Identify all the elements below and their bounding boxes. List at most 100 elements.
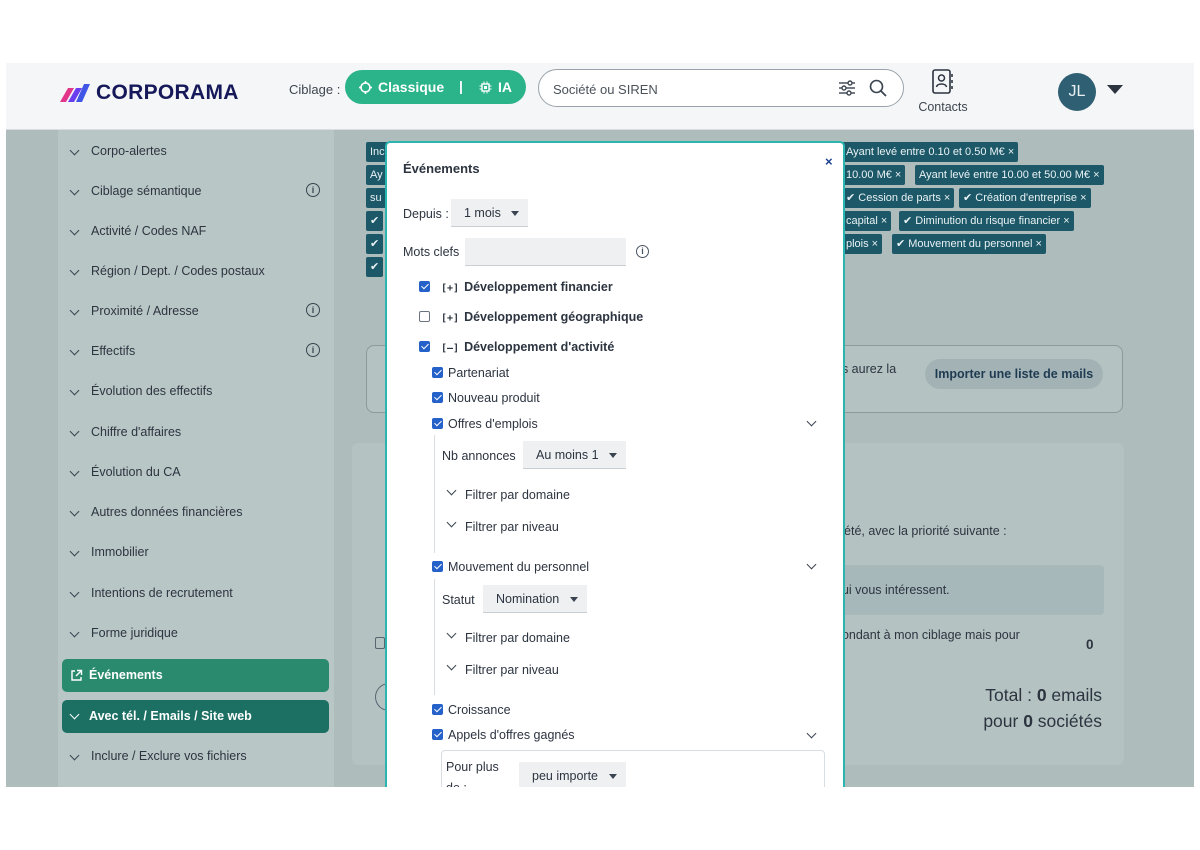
chevron-down-icon[interactable] (446, 517, 457, 528)
chevron-down-icon (69, 145, 80, 156)
sidebar-item-activite-naf[interactable]: Activité / Codes NAF (58, 216, 334, 246)
sidebar-item-contact-data[interactable]: Avec tél. / Emails / Site web (62, 700, 329, 733)
chevron-down-icon (69, 627, 80, 638)
statut-label: Statut (442, 593, 475, 607)
filter-tag[interactable]: ✔ Création d'entreprise × (959, 188, 1091, 208)
import-mails-button[interactable]: Importer une liste de mails (925, 359, 1103, 389)
chevron-down-icon (69, 466, 80, 477)
chevron-down-icon[interactable] (806, 559, 817, 570)
group-developpement-financier[interactable]: [+] Développement financier (441, 280, 613, 294)
filtrer-niveau-emplois[interactable]: Filtrer par niveau (465, 520, 559, 534)
depuis-select[interactable]: 1 mois (451, 199, 528, 227)
partenariat-label: Partenariat (448, 366, 510, 380)
sidebar-item-label: Évolution des effectifs (91, 384, 213, 398)
filter-tag[interactable]: ✔ (366, 234, 384, 254)
mots-clefs-input[interactable] (465, 238, 626, 266)
sidebar-item-evolution-ca[interactable]: Évolution du CA (58, 457, 334, 487)
filter-tag[interactable]: capital × (842, 211, 892, 231)
pour-plus-value: peu importe (532, 769, 599, 783)
filtrer-domaine-mouvement[interactable]: Filtrer par domaine (465, 631, 570, 645)
filtrer-niveau-mouvement[interactable]: Filtrer par niveau (465, 663, 559, 677)
contacts-button[interactable]: Contacts (915, 67, 971, 119)
sidebar-item-intentions-recrutement[interactable]: Intentions de recrutement (58, 578, 334, 608)
chevron-down-icon (511, 211, 519, 216)
filter-tag[interactable]: ✔ (366, 257, 384, 277)
sidebar-item-inclure-exclure[interactable]: Inclure / Exclure vos fichiers (58, 741, 334, 771)
nb-annonces-select[interactable]: Au moins 1 (523, 441, 626, 469)
checkbox-offres-emplois[interactable] (432, 418, 443, 429)
search-icon[interactable] (869, 79, 887, 97)
filtrer-domaine-emplois[interactable]: Filtrer par domaine (465, 488, 570, 502)
contact-book-icon (931, 69, 955, 95)
info-icon[interactable]: i (636, 245, 649, 258)
sidebar-item-forme-juridique[interactable]: Forme juridique (58, 618, 334, 648)
chevron-down-icon[interactable] (806, 728, 817, 739)
sidebar-item-immobilier[interactable]: Immobilier (58, 537, 334, 567)
filter-tag[interactable]: Ayant levé entre 10.00 et 50.00 M€ × (915, 165, 1104, 185)
expand-toggle[interactable]: [+] (441, 283, 459, 294)
total-companies-prefix: pour (983, 711, 1024, 731)
user-avatar[interactable]: JL (1058, 73, 1096, 111)
appels-offres-label: Appels d'offres gagnés (448, 728, 575, 742)
chevron-down-icon[interactable] (446, 485, 457, 496)
checkbox-developpement-geographique[interactable] (419, 311, 430, 322)
statut-select[interactable]: Nomination (483, 585, 587, 613)
filter-tag[interactable]: ✔ Cession de parts × (842, 188, 955, 208)
group-label: Développement géographique (464, 310, 644, 324)
group-developpement-activite[interactable]: [–] Développement d'activité (441, 340, 614, 354)
contacts-label: Contacts (918, 100, 968, 114)
checkbox-mouvement-personnel[interactable] (432, 561, 443, 572)
filter-tag[interactable]: Ay (366, 165, 387, 185)
mode-separator: | (459, 78, 463, 94)
chevron-down-icon[interactable] (806, 416, 817, 427)
filter-tag[interactable]: Ayant levé entre 0.10 et 0.50 M€ × (842, 142, 1019, 162)
chevron-down-icon[interactable] (446, 660, 457, 671)
brand-logo[interactable]: CORPORAMA (58, 80, 239, 106)
sidebar-item-autres-donnees[interactable]: Autres données financières (58, 497, 334, 527)
sidebar-item-corpo-alertes[interactable]: Corpo-alertes (58, 136, 334, 166)
filter-tag[interactable]: ✔ (366, 211, 384, 231)
sidebar-item-region[interactable]: Région / Dept. / Codes postaux (58, 256, 334, 286)
total-label: Total : (985, 685, 1037, 705)
filter-tag[interactable]: ✔ Diminution du risque financier × (899, 211, 1074, 231)
checkbox-appels-offres[interactable] (432, 729, 443, 740)
checkbox-developpement-activite[interactable] (419, 341, 430, 352)
expand-toggle[interactable]: [+] (441, 313, 459, 324)
mode-classique-label: Classique (378, 79, 445, 95)
info-icon[interactable]: i (306, 343, 320, 357)
sidebar-item-label: Proximité / Adresse (91, 304, 199, 318)
sidebar-item-label: Corpo-alertes (91, 144, 167, 158)
checkbox-nouveau-produit[interactable] (432, 392, 443, 403)
total-companies-unit: sociétés (1032, 711, 1102, 731)
chevron-down-icon (69, 185, 80, 196)
mode-ia-label: IA (498, 79, 512, 95)
mode-ia-button[interactable]: IA (479, 79, 512, 95)
sidebar-item-evenements[interactable]: Événements (62, 659, 329, 692)
mode-classique-button[interactable]: Classique (359, 79, 444, 95)
filter-tag[interactable]: 10.00 M€ × (842, 165, 906, 185)
sidebar-item-label: Évolution du CA (91, 465, 181, 479)
chevron-down-icon (69, 225, 80, 236)
sidebar-item-chiffre-affaires[interactable]: Chiffre d'affaires (58, 417, 334, 447)
collapse-toggle[interactable]: [–] (441, 343, 459, 354)
checkbox-developpement-financier[interactable] (419, 281, 430, 292)
user-menu-caret-icon[interactable] (1107, 85, 1123, 94)
pour-plus-select[interactable]: peu importe (519, 762, 626, 787)
filter-sliders-icon[interactable] (838, 80, 856, 96)
checkbox-partenariat[interactable] (432, 367, 443, 378)
chevron-down-icon[interactable] (446, 628, 457, 639)
sidebar-item-ciblage-semantique[interactable]: Ciblage sémantique i (58, 176, 334, 206)
filter-tag[interactable]: ✔ Mouvement du personnel × (892, 234, 1046, 254)
sidebar-item-effectifs[interactable]: Effectifs i (58, 336, 334, 366)
filter-tag[interactable]: su (366, 188, 386, 208)
close-icon[interactable]: × (825, 154, 833, 169)
group-developpement-geographique[interactable]: [+] Développement géographique (441, 310, 643, 324)
info-icon[interactable]: i (306, 303, 320, 317)
search-input[interactable] (553, 79, 823, 99)
sidebar-item-proximite[interactable]: Proximité / Adresse i (58, 296, 334, 326)
filter-tag[interactable]: plois × (842, 234, 883, 254)
sidebar-item-evolution-effectifs[interactable]: Évolution des effectifs (58, 376, 334, 406)
checkbox-croissance[interactable] (432, 704, 443, 715)
checkbox[interactable] (375, 637, 385, 649)
info-icon[interactable]: i (306, 183, 320, 197)
